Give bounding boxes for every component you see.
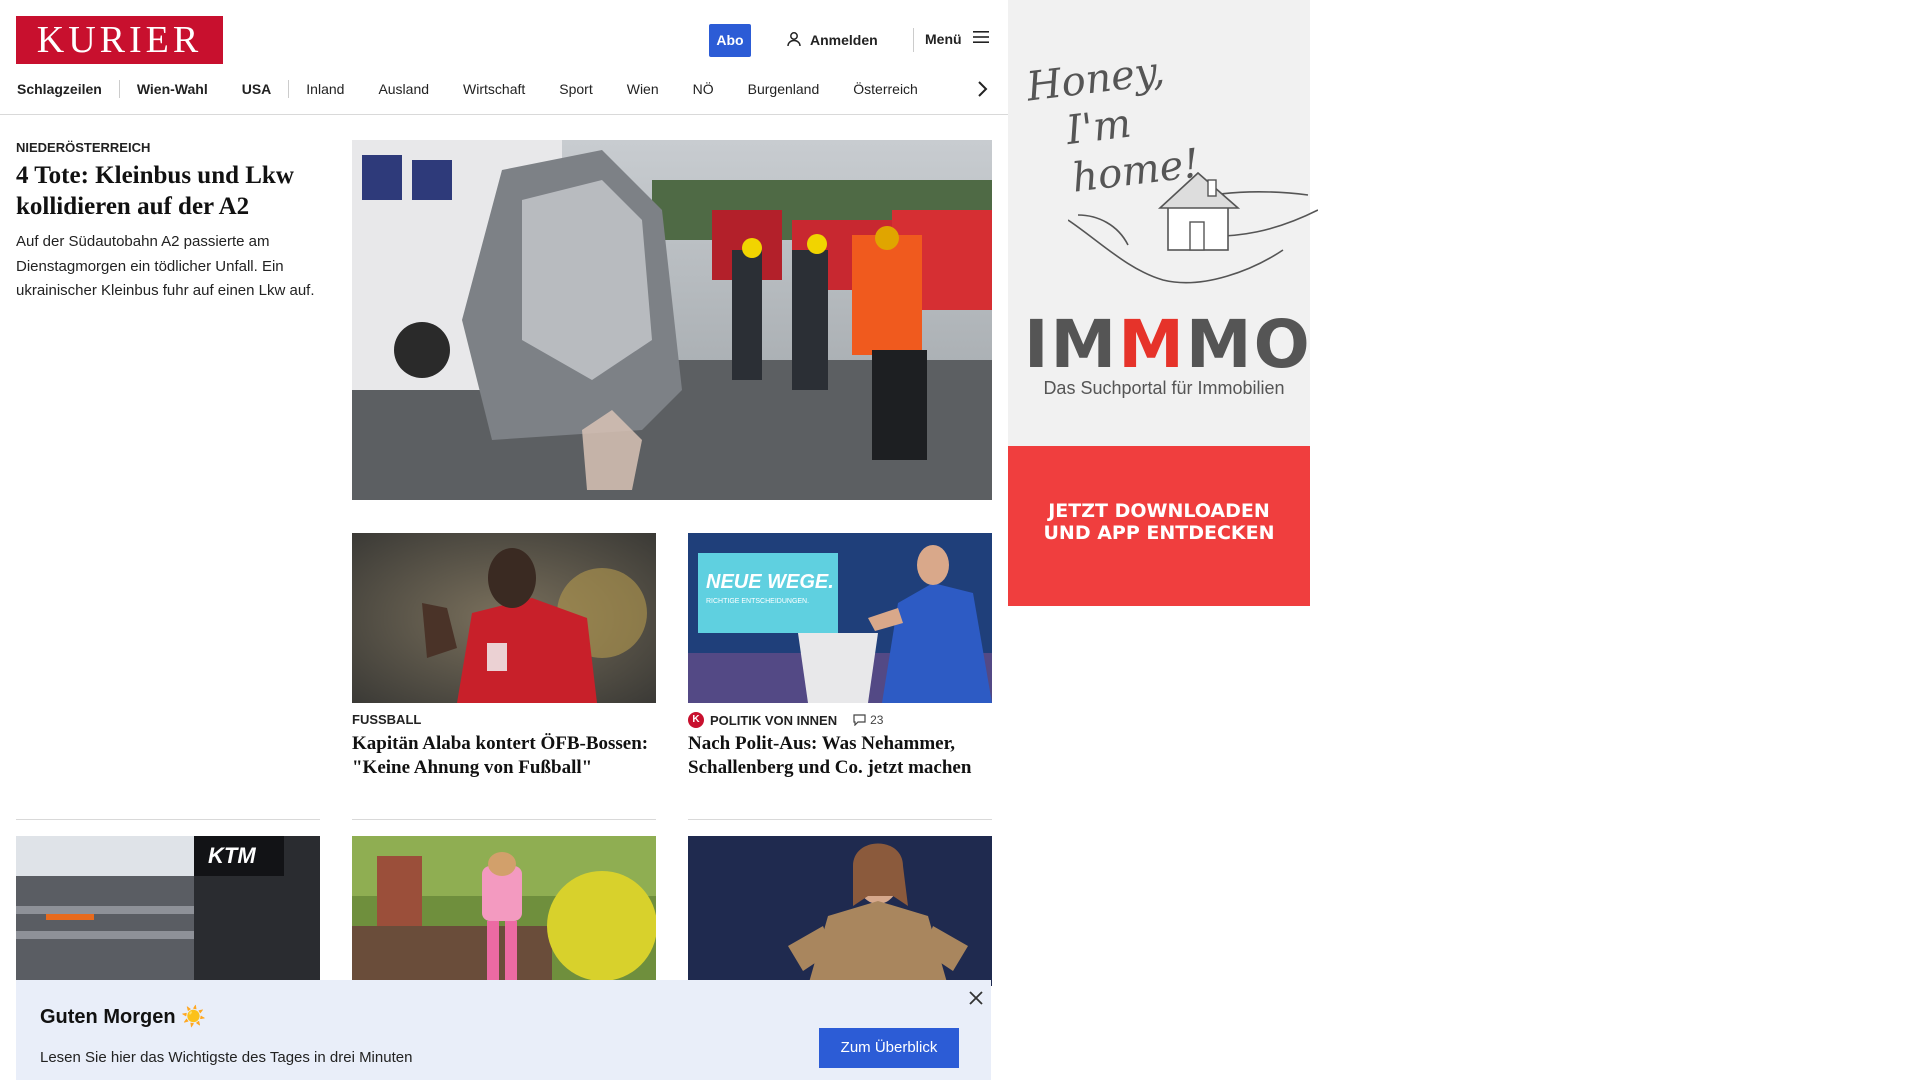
header-divider xyxy=(913,28,914,52)
immmo-ad[interactable]: Honey, I'm home! IMMMO Das Suchportal fü… xyxy=(1008,0,1319,606)
nav-item-sport[interactable]: Sport xyxy=(542,81,609,97)
user-icon xyxy=(786,31,802,50)
card-title-alaba[interactable]: Kapitän Alaba kontert ÖFB-Bossen: "Keine… xyxy=(352,732,652,780)
lead-title[interactable]: 4 Tote: Kleinbus und Lkw kollidieren auf… xyxy=(16,160,326,222)
card-kicker-label: POLITIK VON INNEN xyxy=(710,712,838,728)
lead-image[interactable] xyxy=(352,140,992,500)
section-nav: Schlagzeilen Wien-Wahl USA Inland Auslan… xyxy=(17,78,935,100)
close-icon[interactable] xyxy=(968,990,984,1006)
nav-item-ausland[interactable]: Ausland xyxy=(361,81,446,97)
card-kicker-politik[interactable]: K POLITIK VON INNEN 23 xyxy=(688,712,883,728)
nav-item-noe[interactable]: NÖ xyxy=(676,81,731,97)
card-kicker-fussball[interactable]: FUSSBALL xyxy=(352,712,421,727)
card-image-alaba[interactable] xyxy=(352,533,656,703)
house-hand-icon xyxy=(1067,160,1319,295)
nav-item-wien-wahl[interactable]: Wien-Wahl xyxy=(120,81,225,97)
nav-item-usa[interactable]: USA xyxy=(225,81,289,97)
site-header: KURIER Abo Anmelden Menü Schlagzeilen Wi… xyxy=(0,0,1008,115)
ad-subtitle: Das Suchportal für Immobilien xyxy=(1043,378,1285,398)
card-title-nehammer[interactable]: Nach Polit-Aus: Was Nehammer, Schallenbe… xyxy=(688,732,992,780)
nav-item-wien[interactable]: Wien xyxy=(610,81,676,97)
card-image-ktm[interactable]: KTM xyxy=(16,836,320,986)
row-divider xyxy=(352,819,656,820)
nav-item-wirtschaft[interactable]: Wirtschaft xyxy=(446,81,542,97)
card-image-schoolgirl[interactable] xyxy=(352,836,656,986)
nav-item-inland[interactable]: Inland xyxy=(289,81,361,97)
nav-item-oesterreich[interactable]: Österreich xyxy=(836,81,935,97)
ktm-sign-text: KTM xyxy=(208,843,256,868)
screen-text-neue-wege: NEUE WEGE. xyxy=(706,571,834,593)
kurier-logo[interactable]: KURIER xyxy=(16,16,223,64)
nav-item-schlagzeilen[interactable]: Schlagzeilen xyxy=(17,81,119,97)
comment-icon xyxy=(853,714,866,726)
kurier-plus-icon: K xyxy=(688,712,704,728)
ad-logo-pre: IM xyxy=(1024,306,1119,383)
login-button[interactable]: Anmelden xyxy=(786,30,878,50)
immmo-logo: IMMMO xyxy=(1024,310,1312,380)
comment-count-value: 23 xyxy=(870,713,884,727)
menu-label: Menü xyxy=(925,30,962,47)
row-divider xyxy=(16,819,320,820)
ad-logo-red: M xyxy=(1118,306,1186,383)
overview-button[interactable]: Zum Überblick xyxy=(819,1028,959,1068)
lead-kicker[interactable]: NIEDERÖSTERREICH xyxy=(16,140,150,155)
morning-briefing-banner: Guten Morgen ☀️ Lesen Sie hier das Wicht… xyxy=(16,980,991,1080)
row-divider xyxy=(688,819,992,820)
ad-cta-line-2: UND APP ENTDECKEN xyxy=(1043,522,1275,544)
login-label: Anmelden xyxy=(810,32,878,48)
banner-title: Guten Morgen ☀️ xyxy=(40,1006,207,1028)
screen-subtext: RICHTIGE ENTSCHEIDUNGEN. xyxy=(706,598,809,605)
card-image-woman[interactable] xyxy=(688,836,992,986)
abo-button[interactable]: Abo xyxy=(709,24,751,57)
menu-button[interactable]: Menü xyxy=(925,30,990,47)
nav-scroll-right-icon[interactable] xyxy=(975,78,989,100)
card-image-nehammer[interactable]: NEUE WEGE. RICHTIGE ENTSCHEIDUNGEN. xyxy=(688,533,992,703)
card-kicker-label: FUSSBALL xyxy=(352,712,422,727)
banner-text: Lesen Sie hier das Wichtigste des Tages … xyxy=(40,1049,413,1066)
ad-cta-button[interactable]: JETZT DOWNLOADEN UND APP ENTDECKEN xyxy=(1008,446,1310,606)
comment-count[interactable]: 23 xyxy=(853,713,883,727)
ad-logo-post: MO xyxy=(1185,306,1312,383)
lead-teaser[interactable]: Auf der Südautobahn A2 passierte am Dien… xyxy=(16,230,316,304)
hamburger-icon xyxy=(972,30,990,47)
ad-cta-line-1: JETZT DOWNLOADEN xyxy=(1048,500,1270,522)
nav-item-burgenland[interactable]: Burgenland xyxy=(731,81,837,97)
